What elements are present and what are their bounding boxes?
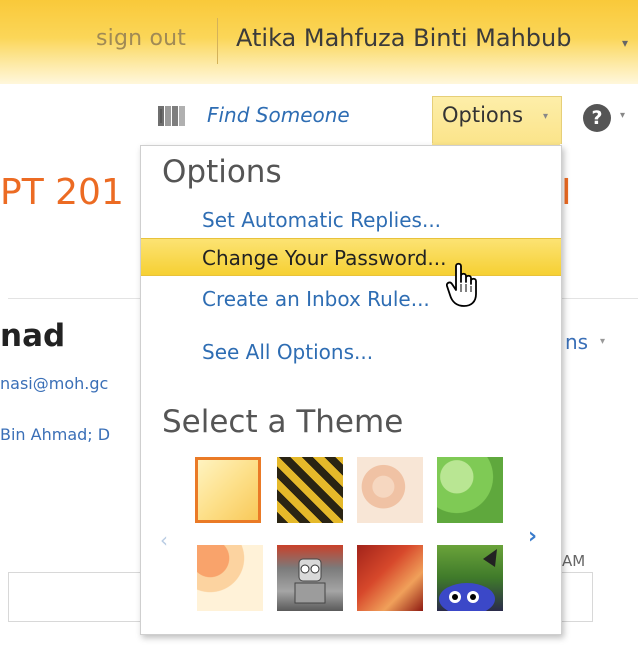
message-subject-end: I: [561, 172, 572, 213]
chevron-down-icon: ▾: [543, 111, 549, 122]
options-dropdown: Options Set Automatic Replies... Change …: [140, 145, 562, 635]
create-inbox-rule-item[interactable]: Create an Inbox Rule...: [141, 279, 561, 317]
monster-icon: [439, 549, 497, 611]
sign-out-link[interactable]: sign out: [96, 26, 186, 51]
set-automatic-replies-item[interactable]: Set Automatic Replies...: [141, 200, 561, 238]
hand-cursor-icon: [446, 262, 477, 307]
menu-item-label: Create an Inbox Rule...: [202, 287, 430, 311]
menu-item-label: Change Your Password...: [202, 246, 447, 270]
menu-heading: Options: [162, 154, 282, 190]
theme-blue-monsters[interactable]: [437, 545, 503, 611]
chevron-left-icon[interactable]: ‹: [160, 528, 168, 552]
help-icon[interactable]: ?: [583, 104, 611, 132]
theme-red-autumn-leaves[interactable]: [357, 545, 423, 611]
chevron-down-icon[interactable]: ▾: [620, 110, 625, 121]
find-someone-link[interactable]: Find Someone: [207, 103, 350, 127]
chevron-down-icon[interactable]: ▾: [600, 336, 605, 347]
theme-orange-gradient[interactable]: [195, 457, 261, 523]
actions-menu[interactable]: ns: [565, 330, 588, 354]
sender-email[interactable]: nasi@moh.gc: [0, 374, 108, 393]
theme-green-leaves[interactable]: [437, 457, 503, 523]
theme-yellow-black-stripes[interactable]: [277, 457, 343, 523]
sender-name: nad: [0, 318, 66, 354]
menu-item-label: See All Options...: [202, 340, 374, 364]
message-subject: PT 201: [0, 172, 124, 213]
user-name-menu[interactable]: Atika Mahfuza Binti Mahbub: [236, 24, 571, 52]
divider: [217, 18, 218, 64]
chevron-down-icon[interactable]: ▾: [622, 36, 628, 50]
timestamp: AM: [562, 552, 586, 570]
see-all-options-item[interactable]: See All Options...: [141, 332, 561, 370]
options-button-label: Options: [442, 103, 524, 127]
address-book-icon[interactable]: [157, 105, 187, 127]
theme-sunset-circles[interactable]: [197, 545, 263, 611]
recipient-list[interactable]: Bin Ahmad; D: [0, 425, 110, 444]
robot-icon: [294, 558, 326, 604]
chevron-right-icon[interactable]: ›: [528, 524, 537, 549]
change-password-item[interactable]: Change Your Password...: [141, 238, 561, 276]
theme-robots[interactable]: [277, 545, 343, 611]
user-bar: sign out Atika Mahfuza Binti Mahbub ▾: [0, 0, 638, 84]
toolbar: Find Someone Options ▾ ? ▾: [0, 84, 638, 146]
theme-heading: Select a Theme: [162, 404, 404, 440]
menu-item-label: Set Automatic Replies...: [202, 208, 442, 232]
theme-peach-sketch[interactable]: [357, 457, 423, 523]
options-menu-button[interactable]: Options ▾: [432, 96, 562, 144]
